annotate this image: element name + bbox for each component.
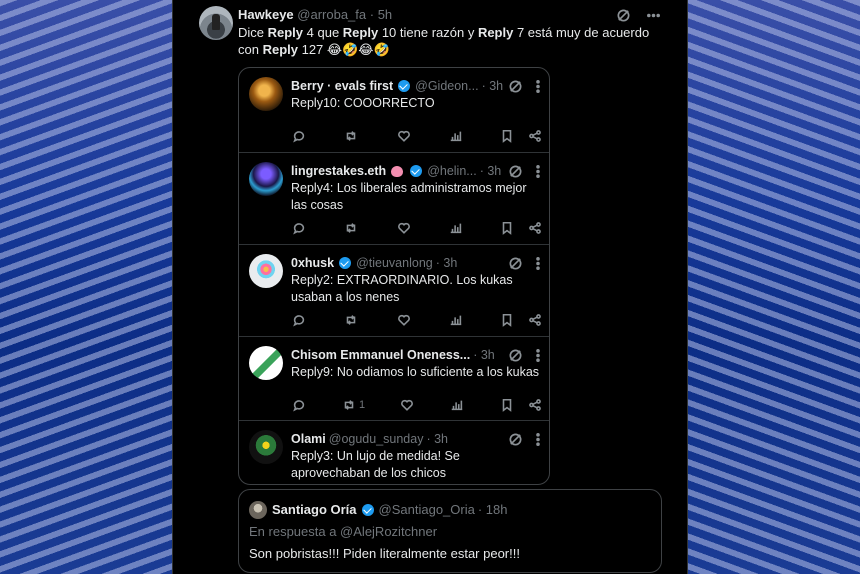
author-name[interactable]: 0xhusk	[291, 256, 334, 270]
tweet-header: Hawkeye @arroba_fa · 5h	[238, 7, 392, 22]
quoted-replies-card[interactable]: Berry · evals first @Gideon... · 3h Repl…	[238, 67, 550, 485]
avatar[interactable]	[249, 346, 283, 380]
views-icon[interactable]	[448, 128, 464, 144]
author-name[interactable]: Olami	[291, 432, 326, 446]
quoted-tweet-card[interactable]: Santiago Oría @Santiago_Oria · 18h En re…	[238, 489, 662, 573]
more-icon[interactable]	[535, 347, 541, 363]
grok-icon[interactable]	[507, 163, 523, 179]
like-icon[interactable]	[396, 220, 412, 236]
reply-to-label[interactable]: En respuesta a @AlejRozitchner	[249, 524, 437, 539]
bookmark-icon[interactable]	[499, 312, 515, 328]
share-icon[interactable]	[527, 128, 543, 144]
author-handle[interactable]: @helin...	[427, 164, 477, 178]
retweet-icon[interactable]	[343, 312, 359, 328]
grok-icon[interactable]	[507, 78, 523, 94]
views-icon[interactable]	[449, 397, 465, 413]
reply-time[interactable]: · 3h	[482, 79, 504, 93]
author-name[interactable]: Berry · evals first	[291, 79, 393, 93]
list-item[interactable]: Chisom Emmanuel Oneness... · 3h Reply9: …	[239, 337, 549, 421]
timeline: Hawkeye @arroba_fa · 5h Dice Reply 4 que…	[172, 0, 688, 574]
verified-badge-icon	[398, 80, 411, 92]
reply-time[interactable]: · 3h	[473, 348, 495, 362]
more-icon[interactable]	[645, 7, 661, 23]
avatar[interactable]	[249, 77, 283, 111]
author-handle[interactable]: @arroba_fa	[297, 7, 366, 22]
more-icon[interactable]	[535, 431, 541, 447]
more-icon[interactable]	[535, 255, 541, 271]
share-icon[interactable]	[527, 220, 543, 236]
tweet-time[interactable]: · 5h	[370, 7, 392, 22]
views-icon[interactable]	[448, 312, 464, 328]
share-icon[interactable]	[527, 397, 543, 413]
list-item[interactable]: Olami @ogudu_sunday · 3h Reply3: Un lujo…	[239, 421, 549, 484]
reply-text: Reply9: No odiamos lo suficiente a los k…	[291, 365, 540, 379]
author-handle[interactable]: @Santiago_Oria	[379, 502, 475, 517]
author-handle[interactable]: @ogudu_sunday	[329, 432, 424, 446]
like-icon[interactable]	[396, 128, 412, 144]
reply-text: Reply2: EXTRAORDINARIO. Los kukas usaban…	[291, 273, 513, 304]
verified-badge-icon	[339, 257, 352, 269]
bookmark-icon[interactable]	[499, 397, 515, 413]
tweet-time[interactable]: · 18h	[478, 502, 508, 517]
author-name[interactable]: Hawkeye	[238, 7, 294, 22]
background-right	[688, 0, 860, 574]
avatar[interactable]	[249, 501, 267, 519]
reply-time[interactable]: · 3h	[436, 256, 458, 270]
list-item[interactable]: lingrestakes.eth @helin... · 3h Reply4: …	[239, 153, 549, 245]
avatar[interactable]	[249, 430, 283, 464]
reply-icon[interactable]	[291, 312, 307, 328]
list-item[interactable]: 0xhusk @tieuvanlong · 3h Reply2: EXTRAOR…	[239, 245, 549, 337]
verified-badge-icon	[361, 503, 374, 516]
retweet-icon[interactable]	[343, 128, 359, 144]
grok-icon[interactable]	[615, 7, 631, 23]
author-handle[interactable]: @Gideon...	[415, 79, 478, 93]
avatar[interactable]	[249, 254, 283, 288]
quoted-text: Son pobristas!!! Piden literalmente esta…	[249, 546, 520, 561]
reply-icon[interactable]	[291, 220, 307, 236]
retweet-icon[interactable]	[343, 220, 359, 236]
like-icon[interactable]	[396, 312, 412, 328]
background-left	[0, 0, 172, 574]
author-name[interactable]: lingrestakes.eth	[291, 164, 386, 178]
more-icon[interactable]	[535, 163, 541, 179]
grok-icon[interactable]	[507, 347, 523, 363]
retweet-count: 1	[358, 399, 366, 411]
bookmark-icon[interactable]	[499, 220, 515, 236]
brain-icon	[391, 165, 404, 177]
avatar[interactable]	[199, 6, 233, 40]
reply-time[interactable]: · 3h	[480, 164, 502, 178]
more-icon[interactable]	[535, 78, 541, 94]
retweet-icon[interactable]	[341, 397, 357, 413]
tweet-text: Dice Reply 4 que Reply 10 tiene razón y …	[238, 25, 650, 57]
reply-text: Reply4: Los liberales administramos mejo…	[291, 181, 527, 212]
verified-badge-icon	[410, 165, 423, 177]
avatar[interactable]	[249, 162, 283, 196]
share-icon[interactable]	[527, 312, 543, 328]
list-item[interactable]: Berry · evals first @Gideon... · 3h Repl…	[239, 68, 549, 153]
author-name[interactable]: Santiago Oría	[272, 502, 357, 517]
views-icon[interactable]	[448, 220, 464, 236]
bookmark-icon[interactable]	[499, 128, 515, 144]
author-name[interactable]: Chisom Emmanuel Oneness...	[291, 348, 470, 362]
reply-icon[interactable]	[291, 128, 307, 144]
grok-icon[interactable]	[507, 255, 523, 271]
reply-text: Reply10: COOORRECTO	[291, 96, 435, 110]
grok-icon[interactable]	[507, 431, 523, 447]
reply-text: Reply3: Un lujo de medida! Se aprovechab…	[291, 449, 460, 480]
reply-icon[interactable]	[291, 397, 307, 413]
author-handle[interactable]: @tieuvanlong	[356, 256, 433, 270]
reply-time[interactable]: · 3h	[426, 432, 448, 446]
like-icon[interactable]	[399, 397, 415, 413]
